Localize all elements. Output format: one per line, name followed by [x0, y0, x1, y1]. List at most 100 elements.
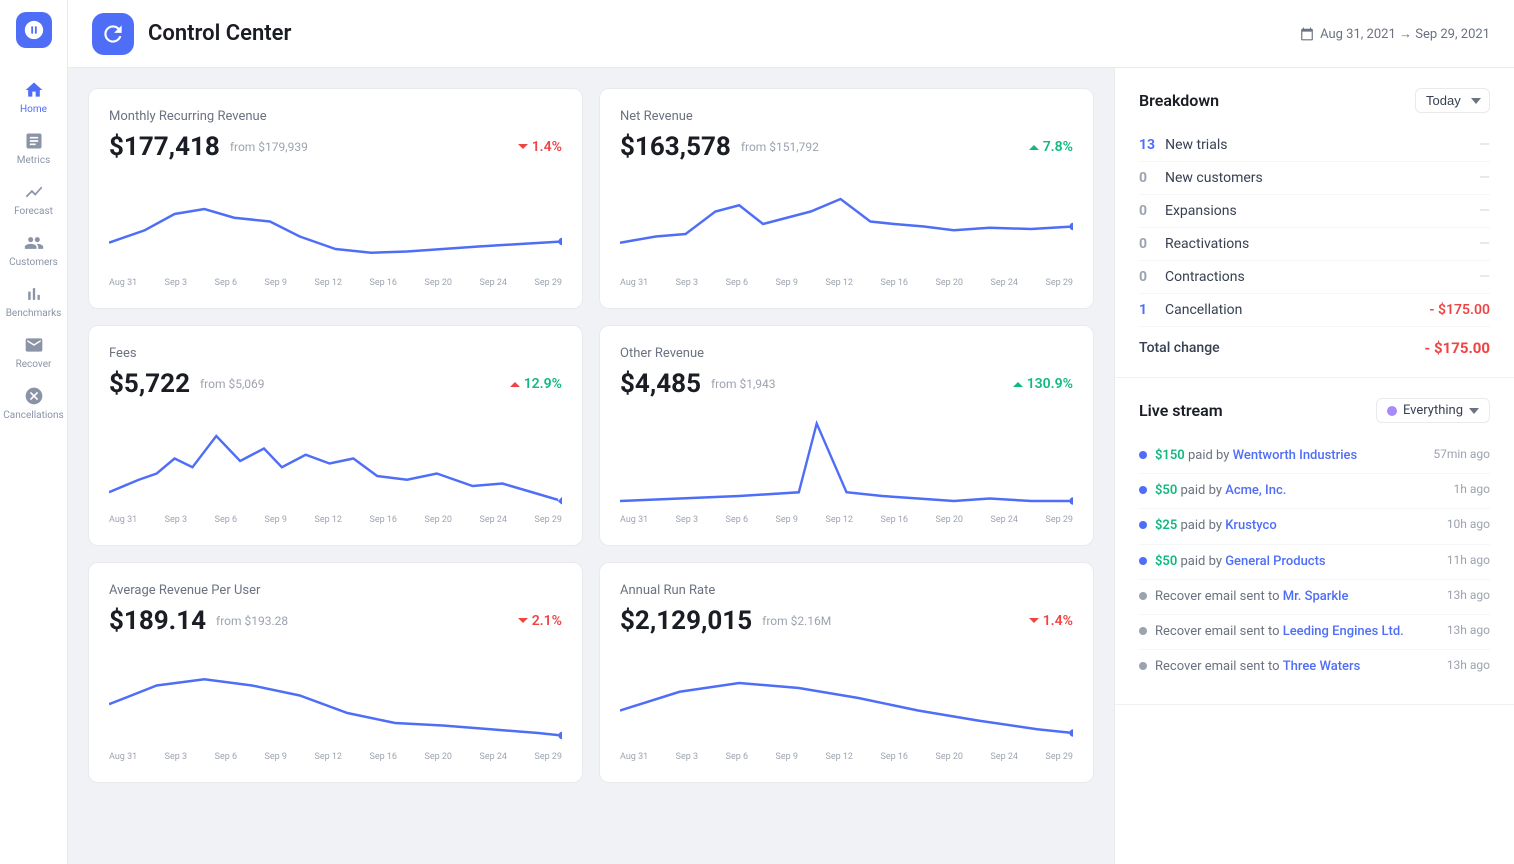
header-left: Control Center	[92, 13, 291, 55]
sidebar-item-recover[interactable]: Recover	[0, 327, 67, 378]
header: Control Center Aug 31, 2021 → Sep 29, 20…	[68, 0, 1514, 68]
breakdown-total-row: Total change - $175.00	[1139, 327, 1490, 357]
card-fees-chart	[109, 411, 562, 511]
card-net-revenue-value-row: $163,578 from $151,792 7.8%	[620, 132, 1073, 162]
breakdown-num-contractions: 0	[1139, 269, 1155, 285]
card-arr-change: 1.4%	[1028, 613, 1073, 629]
header-logo	[92, 13, 134, 55]
forecast-icon	[24, 182, 44, 202]
sidebar-item-customers-label: Customers	[9, 257, 58, 268]
home-icon	[24, 80, 44, 100]
breakdown-header: Breakdown Today	[1139, 88, 1490, 113]
calendar-icon	[1300, 27, 1314, 41]
sidebar: Home Metrics Forecast Customers Benchmar…	[0, 0, 68, 864]
stream-company-0[interactable]: Wentworth Industries	[1233, 448, 1358, 463]
sidebar-item-forecast[interactable]: Forecast	[0, 174, 67, 225]
card-fees-from: from $5,069	[200, 377, 265, 391]
card-fees-value: $5,722	[109, 369, 190, 399]
card-arpu: Average Revenue Per User $189.14 from $1…	[88, 562, 583, 783]
stream-company-2[interactable]: Krustyco	[1225, 518, 1277, 533]
sidebar-item-forecast-label: Forecast	[14, 206, 53, 217]
live-stream-section: Live stream Everything $150 paid by Went…	[1115, 378, 1514, 705]
card-arpu-from: from $193.28	[216, 614, 288, 628]
breakdown-dash-expansions: —	[1479, 203, 1490, 219]
card-other-revenue-value-row: $4,485 from $1,943 130.9%	[620, 369, 1073, 399]
mrr-chart-svg	[109, 174, 562, 274]
card-net-revenue: Net Revenue $163,578 from $151,792 7.8%	[599, 88, 1094, 309]
stream-time-3: 11h ago	[1447, 553, 1490, 567]
card-mrr-from: from $179,939	[230, 140, 308, 154]
breakdown-label-contractions: Contractions	[1165, 269, 1245, 285]
stream-item-0: $150 paid by Wentworth Industries 57min …	[1139, 439, 1490, 474]
breakdown-num-expansions: 0	[1139, 203, 1155, 219]
sidebar-item-cancellations[interactable]: Cancellations	[0, 378, 67, 429]
card-arr-value-row: $2,129,015 from $2.16M 1.4%	[620, 606, 1073, 636]
down-arrow-icon	[517, 141, 529, 153]
stream-company-4[interactable]: Mr. Sparkle	[1283, 589, 1349, 604]
main-area: Control Center Aug 31, 2021 → Sep 29, 20…	[68, 0, 1514, 864]
sidebar-item-metrics[interactable]: Metrics	[0, 123, 67, 174]
card-other-revenue-change: 130.9%	[1012, 376, 1073, 392]
stream-company-6[interactable]: Three Waters	[1283, 659, 1361, 674]
fees-chart-svg	[109, 411, 562, 511]
card-arpu-x-labels: Aug 31Sep 3Sep 6Sep 9Sep 12Sep 16Sep 20S…	[109, 752, 562, 762]
breakdown-section: Breakdown Today 13 New trials — 0 New	[1115, 68, 1514, 378]
up-arrow-icon-2	[509, 378, 521, 390]
card-fees: Fees $5,722 from $5,069 12.9%	[88, 325, 583, 546]
sidebar-item-recover-label: Recover	[16, 359, 52, 370]
stream-text-2: $25 paid by Krustyco	[1155, 517, 1439, 535]
card-other-revenue-x-labels: Aug 31Sep 3Sep 6Sep 9Sep 12Sep 16Sep 20S…	[620, 515, 1073, 525]
card-mrr-value: $177,418	[109, 132, 220, 162]
breakdown-label-reactivations: Reactivations	[1165, 236, 1249, 252]
cancellations-icon	[24, 386, 44, 406]
filter-dot	[1387, 406, 1397, 416]
live-stream-filter[interactable]: Everything	[1376, 398, 1490, 423]
breakdown-row-contractions: 0 Contractions —	[1139, 261, 1490, 294]
logo-icon	[23, 19, 45, 41]
breakdown-dash-new-customers: —	[1479, 170, 1490, 186]
stream-amount-1: $50	[1155, 483, 1177, 498]
breakdown-filter-select[interactable]: Today	[1415, 88, 1490, 113]
breakdown-num-cancellation: 1	[1139, 302, 1155, 318]
card-mrr: Monthly Recurring Revenue $177,418 from …	[88, 88, 583, 309]
stream-company-1[interactable]: Acme, Inc.	[1225, 483, 1286, 498]
chevron-down-icon	[1469, 408, 1479, 414]
sidebar-item-customers[interactable]: Customers	[0, 225, 67, 276]
stream-time-6: 13h ago	[1447, 658, 1490, 672]
card-arr-from: from $2.16M	[762, 614, 831, 628]
card-other-revenue-title: Other Revenue	[620, 346, 1073, 361]
breakdown-label-expansions: Expansions	[1165, 203, 1237, 219]
breakdown-num-new-trials: 13	[1139, 137, 1155, 153]
stream-time-0: 57min ago	[1433, 447, 1490, 461]
breakdown-num-new-customers: 0	[1139, 170, 1155, 186]
card-mrr-chart	[109, 174, 562, 274]
breakdown-amount-cancellation: - $175.00	[1429, 302, 1490, 318]
dashboard-grid: Monthly Recurring Revenue $177,418 from …	[68, 68, 1114, 864]
sidebar-item-home[interactable]: Home	[0, 72, 67, 123]
sidebar-item-benchmarks[interactable]: Benchmarks	[0, 276, 67, 327]
live-stream-title: Live stream	[1139, 401, 1223, 420]
stream-time-1: 1h ago	[1454, 482, 1490, 496]
card-net-revenue-chart	[620, 174, 1073, 274]
breakdown-num-reactivations: 0	[1139, 236, 1155, 252]
other-revenue-chart-svg	[620, 411, 1073, 511]
stream-text-1: $50 paid by Acme, Inc.	[1155, 482, 1446, 500]
breakdown-row-cancellation: 1 Cancellation - $175.00	[1139, 294, 1490, 327]
stream-text-5: Recover email sent to Leeding Engines Lt…	[1155, 623, 1439, 641]
stream-dot-3	[1139, 557, 1147, 565]
breakdown-total-amount: - $175.00	[1424, 339, 1490, 357]
stream-company-5[interactable]: Leeding Engines Ltd.	[1283, 624, 1404, 639]
card-mrr-title: Monthly Recurring Revenue	[109, 109, 562, 124]
card-arpu-chart	[109, 648, 562, 748]
card-other-revenue: Other Revenue $4,485 from $1,943 130.9%	[599, 325, 1094, 546]
card-other-revenue-from: from $1,943	[711, 377, 776, 391]
stream-text-0: $150 paid by Wentworth Industries	[1155, 447, 1425, 465]
card-arr-value: $2,129,015	[620, 606, 752, 636]
card-arr-chart	[620, 648, 1073, 748]
card-arpu-value: $189.14	[109, 606, 206, 636]
stream-item-5: Recover email sent to Leeding Engines Lt…	[1139, 615, 1490, 650]
breakdown-label-cancellation: Cancellation	[1165, 302, 1242, 318]
card-net-revenue-x-labels: Aug 31Sep 3Sep 6Sep 9Sep 12Sep 16Sep 20S…	[620, 278, 1073, 288]
header-logo-icon	[100, 21, 126, 47]
stream-company-3[interactable]: General Products	[1225, 554, 1325, 569]
